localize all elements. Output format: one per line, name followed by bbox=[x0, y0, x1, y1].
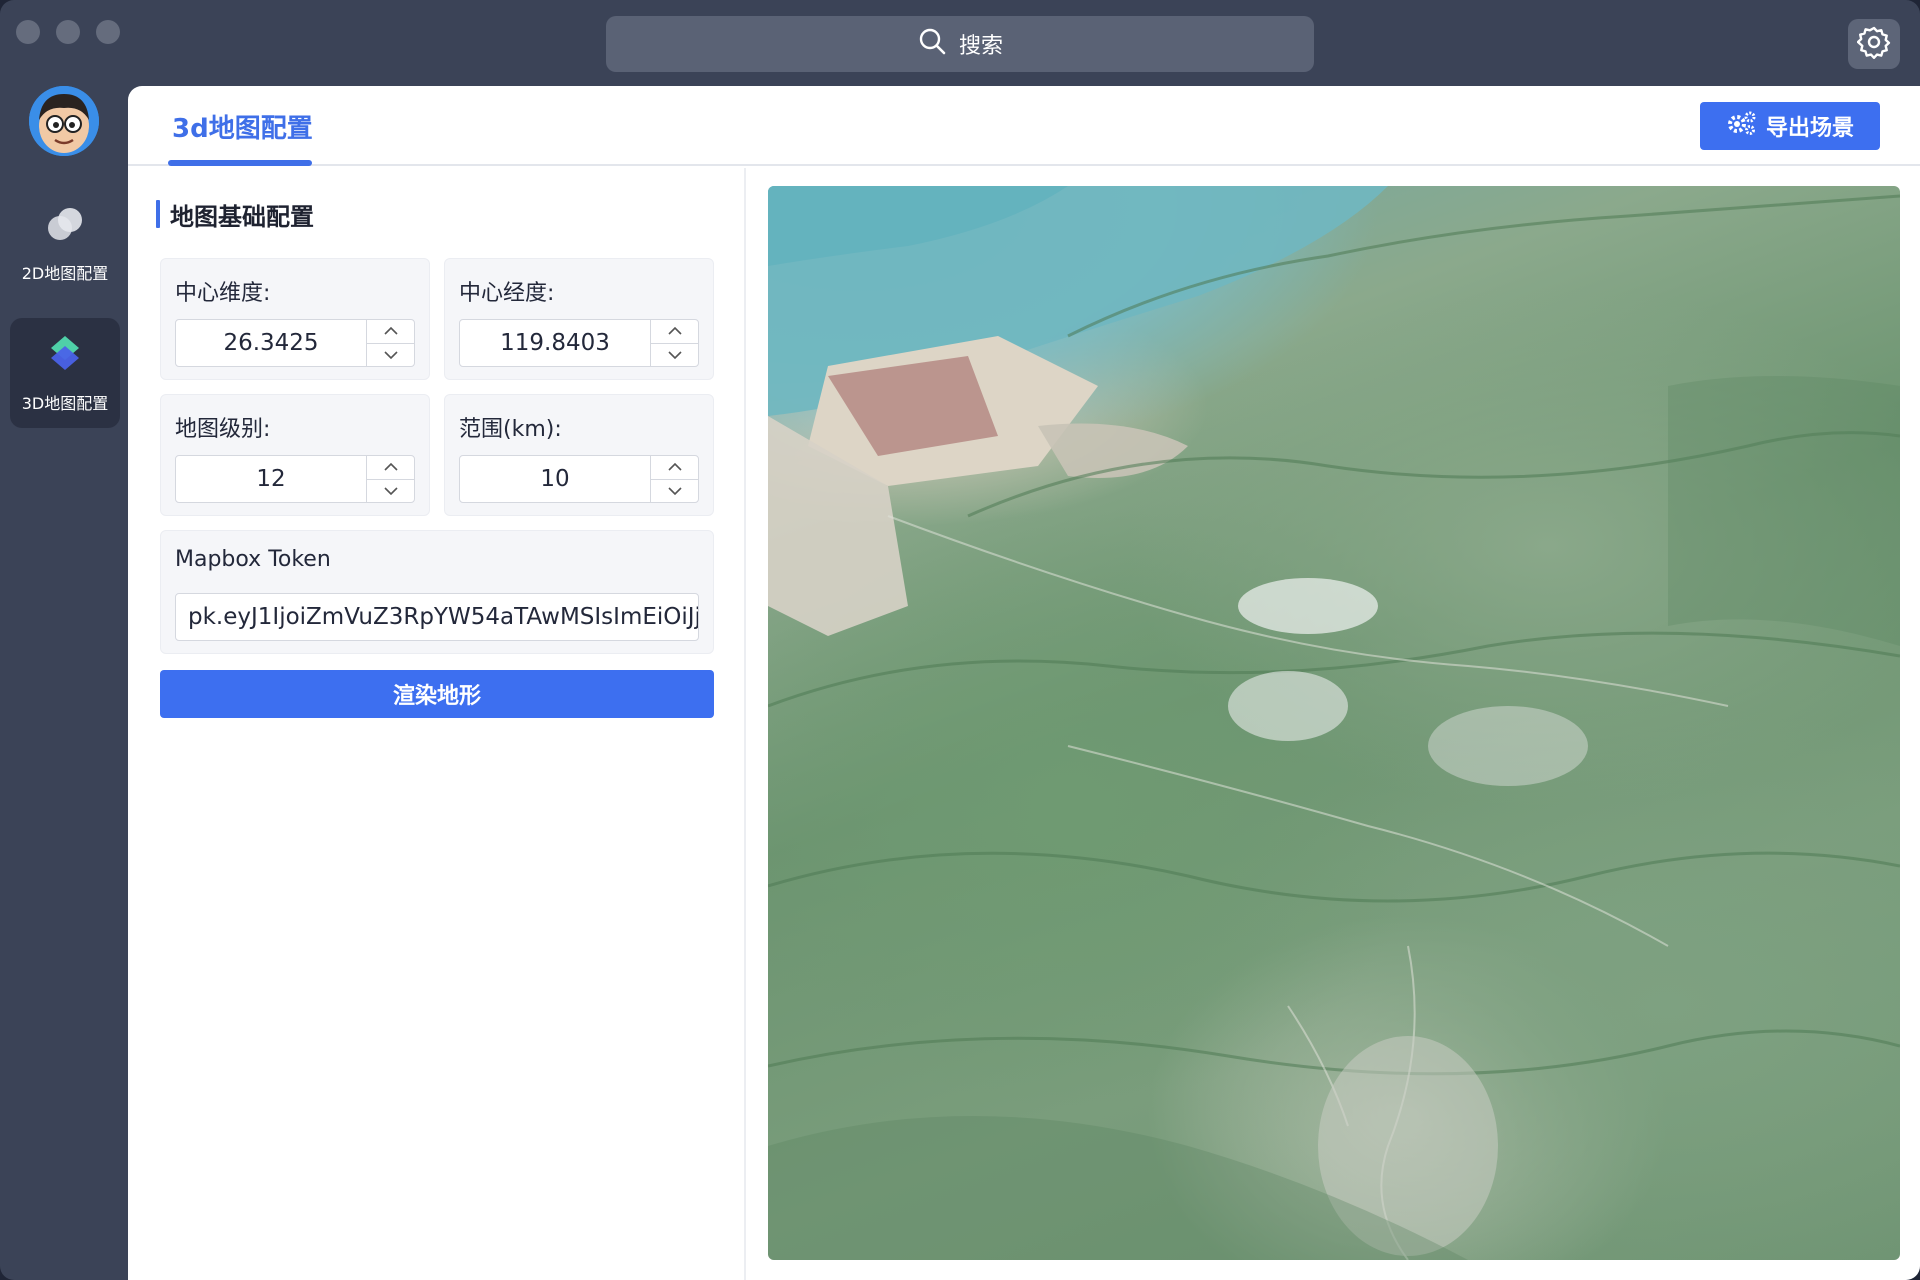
sidebar-item-label: 2D地图配置 bbox=[21, 264, 109, 283]
decrement-button[interactable] bbox=[367, 344, 414, 367]
center-lng-input[interactable]: 119.8403 bbox=[460, 320, 650, 366]
search-label: 搜索 bbox=[958, 34, 1003, 59]
stepper-buttons bbox=[650, 456, 698, 502]
zoom-label: 地图级别: bbox=[175, 417, 271, 442]
zoom-card: 地图级别: 12 bbox=[160, 394, 430, 516]
token-card: Mapbox Token pk.eyJ1IjoiZmVuZ3RpYW54aTAw… bbox=[160, 530, 714, 654]
title-bar: 搜索 bbox=[0, 0, 1920, 86]
export-scene-button[interactable]: 导出场景 bbox=[1700, 102, 1880, 150]
section-title-accent bbox=[156, 200, 160, 228]
token-label: Mapbox Token bbox=[175, 547, 331, 572]
zoom-input[interactable]: 12 bbox=[176, 456, 366, 502]
stepper-buttons bbox=[366, 456, 414, 502]
main-panel: 3d地图配置 导出场景 地图基础配置 中心维度: 26.3425 中心经度: 1… bbox=[128, 86, 1920, 1280]
stepper-buttons bbox=[366, 320, 414, 366]
render-terrain-button[interactable]: 渲染地形 bbox=[160, 670, 714, 718]
center-lng-card: 中心经度: 119.8403 bbox=[444, 258, 714, 380]
app-window: 搜索 2D地图配置 3D地图配置 3d地图配置 导出场景 地图基础配置 中心维度… bbox=[0, 0, 1920, 1280]
range-card: 范围(km): 10 bbox=[444, 394, 714, 516]
avatar[interactable] bbox=[29, 86, 99, 156]
minimize-window-button[interactable] bbox=[56, 20, 80, 44]
search-bar[interactable]: 搜索 bbox=[606, 16, 1314, 72]
chevron-up-icon bbox=[383, 463, 398, 471]
mapbox-token-input[interactable]: pk.eyJ1IjoiZmVuZ3RpYW54aTAwMSIsImEiOiJj bbox=[175, 593, 699, 641]
gear-icon bbox=[1856, 25, 1891, 63]
terrain-imagery bbox=[768, 186, 1900, 1260]
layers-icon bbox=[43, 332, 87, 380]
chevron-up-icon bbox=[667, 463, 682, 471]
sidebar-item-2d-map[interactable]: 2D地图配置 bbox=[10, 188, 120, 298]
section-title-text: 地图基础配置 bbox=[170, 202, 314, 231]
center-lat-stepper: 26.3425 bbox=[175, 319, 415, 367]
settings-button[interactable] bbox=[1848, 19, 1900, 69]
center-lat-input[interactable]: 26.3425 bbox=[176, 320, 366, 366]
increment-button[interactable] bbox=[651, 320, 698, 344]
tab-3d-map-config[interactable]: 3d地图配置 bbox=[168, 86, 317, 166]
center-lat-card: 中心维度: 26.3425 bbox=[160, 258, 430, 380]
export-scene-label: 导出场景 bbox=[1765, 116, 1854, 141]
center-lng-label: 中心经度: bbox=[459, 281, 555, 306]
close-window-button[interactable] bbox=[16, 20, 40, 44]
active-tab-indicator bbox=[168, 160, 312, 166]
center-lat-label: 中心维度: bbox=[175, 281, 271, 306]
decrement-button[interactable] bbox=[651, 480, 698, 503]
tab-bar: 3d地图配置 导出场景 bbox=[128, 86, 1920, 166]
stepper-buttons bbox=[650, 320, 698, 366]
sidebar: 2D地图配置 3D地图配置 bbox=[0, 86, 128, 1280]
maximize-window-button[interactable] bbox=[96, 20, 120, 44]
chevron-down-icon bbox=[383, 487, 398, 495]
increment-button[interactable] bbox=[651, 456, 698, 480]
range-stepper: 10 bbox=[459, 455, 699, 503]
increment-button[interactable] bbox=[367, 456, 414, 480]
chevron-up-icon bbox=[383, 327, 398, 335]
chevron-down-icon bbox=[383, 351, 398, 359]
decrement-button[interactable] bbox=[651, 344, 698, 367]
sidebar-item-label: 3D地图配置 bbox=[21, 394, 109, 413]
search-icon bbox=[917, 26, 947, 62]
config-panel: 地图基础配置 中心维度: 26.3425 中心经度: 119.8403 地图级别… bbox=[128, 168, 746, 1280]
chevron-up-icon bbox=[667, 327, 682, 335]
sidebar-item-3d-map[interactable]: 3D地图配置 bbox=[10, 318, 120, 428]
range-input[interactable]: 10 bbox=[460, 456, 650, 502]
decrement-button[interactable] bbox=[367, 480, 414, 503]
range-label: 范围(km): bbox=[459, 417, 562, 442]
circles-icon bbox=[43, 202, 87, 250]
increment-button[interactable] bbox=[367, 320, 414, 344]
terrain-map-view[interactable] bbox=[768, 186, 1900, 1260]
gears-icon bbox=[1726, 110, 1756, 142]
zoom-stepper: 12 bbox=[175, 455, 415, 503]
chevron-down-icon bbox=[667, 351, 682, 359]
section-title: 地图基础配置 bbox=[156, 200, 314, 231]
center-lng-stepper: 119.8403 bbox=[459, 319, 699, 367]
chevron-down-icon bbox=[667, 487, 682, 495]
